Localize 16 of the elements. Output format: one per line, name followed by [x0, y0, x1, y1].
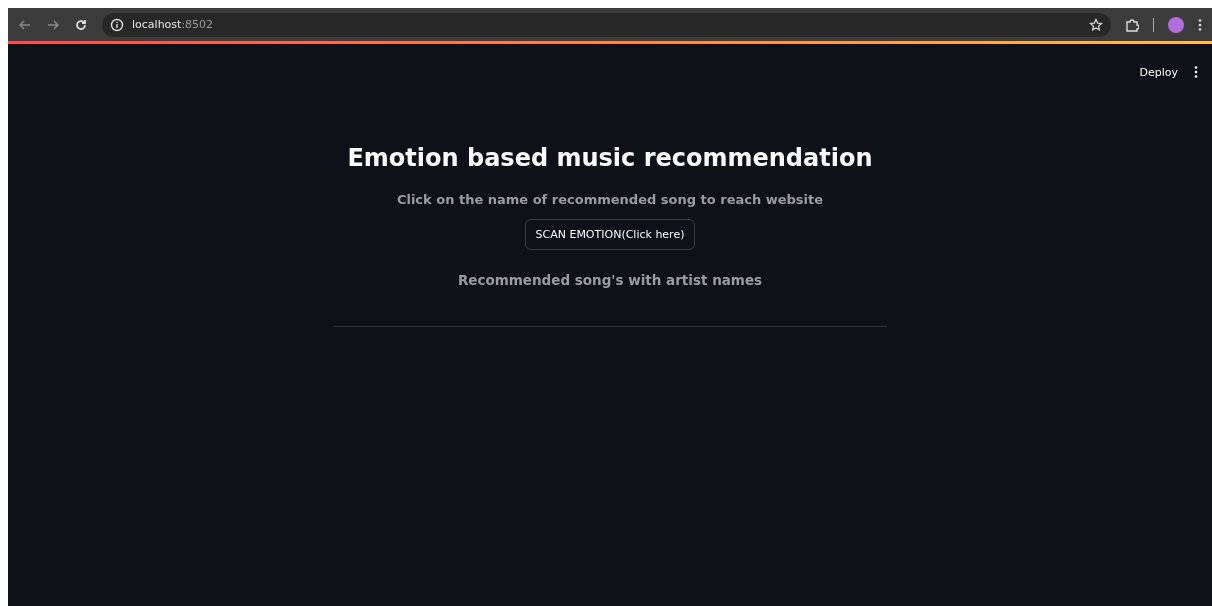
- scan-emotion-button[interactable]: SCAN EMOTION(Click here): [524, 219, 696, 250]
- puzzle-icon[interactable]: [1125, 17, 1139, 32]
- menu-icon[interactable]: [1198, 17, 1202, 32]
- page-title: Emotion based music recommendation: [347, 144, 873, 172]
- menu-icon[interactable]: [1194, 65, 1198, 79]
- subtitle-text: Click on the name of recommended song to reach website: [396, 192, 824, 207]
- deploy-button[interactable]: Deploy: [1139, 65, 1178, 79]
- back-icon[interactable]: [18, 17, 32, 32]
- results-heading: Recommended song's with artist names: [457, 272, 763, 288]
- address-bar[interactable]: localhost:8502: [102, 12, 1111, 37]
- forward-icon[interactable]: [46, 17, 60, 32]
- info-icon[interactable]: [110, 17, 124, 32]
- url-text: localhost:8502: [132, 18, 214, 31]
- reload-icon[interactable]: [74, 17, 88, 32]
- star-icon[interactable]: [1089, 17, 1103, 32]
- profile-avatar[interactable]: [1168, 16, 1184, 33]
